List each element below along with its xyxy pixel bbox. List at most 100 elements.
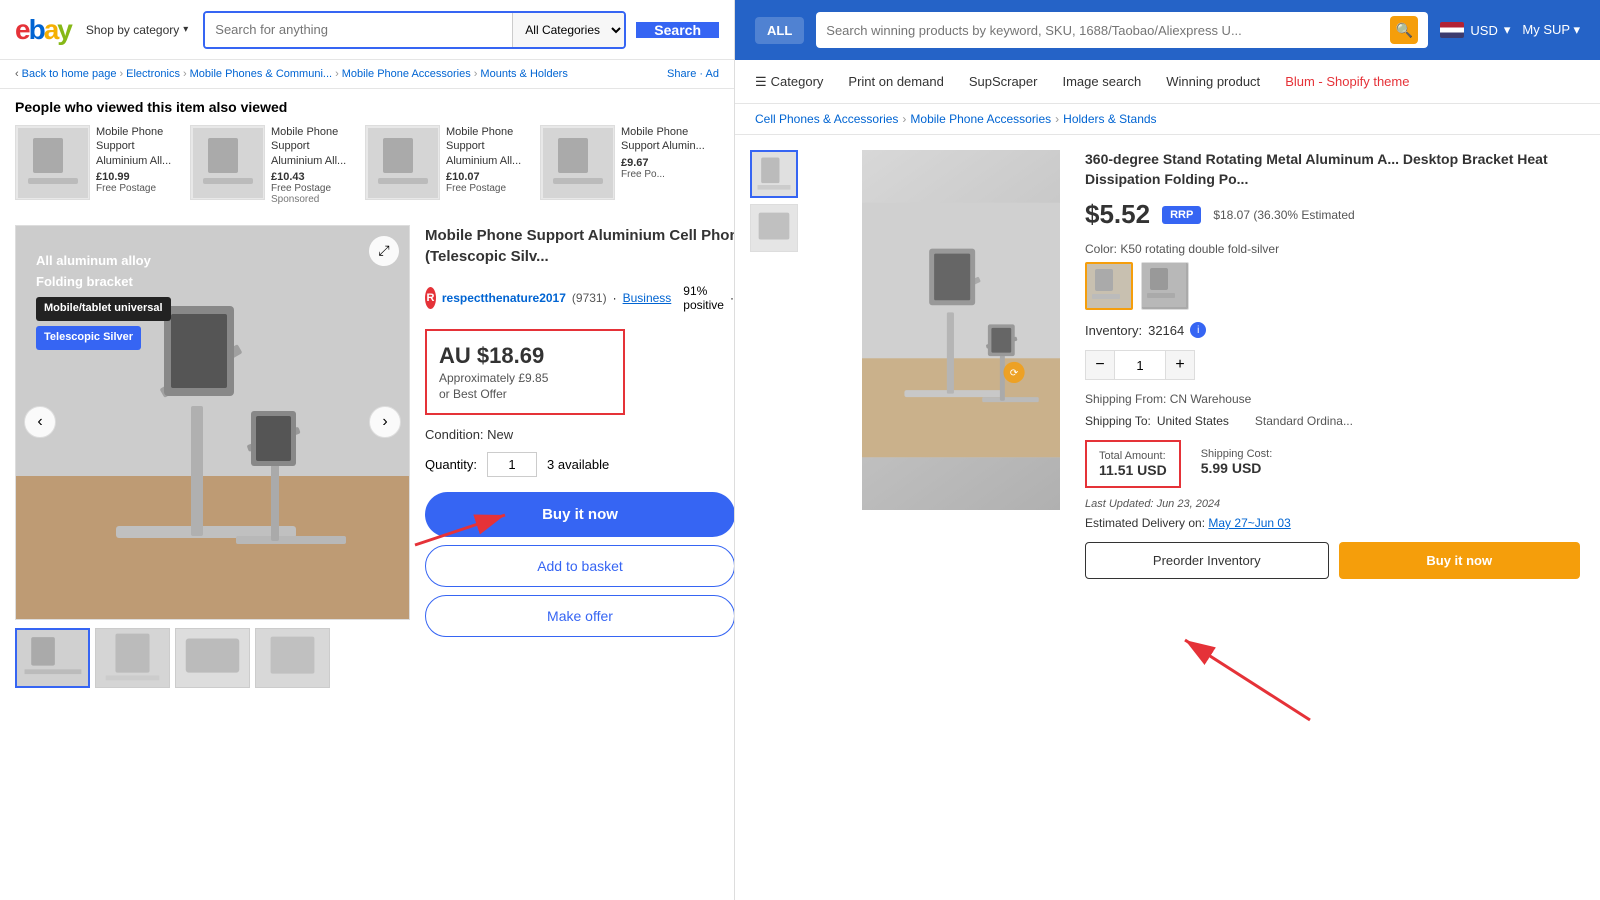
seller-info: R respectthenature2017 (9731) · Business… [425, 277, 735, 319]
thumbnail-2[interactable] [95, 628, 170, 688]
action-buttons: Preorder Inventory Buy it now [1085, 542, 1580, 579]
nav-item-supscraper[interactable]: SupScraper [969, 62, 1038, 101]
breadcrumb-cell-phones[interactable]: Cell Phones & Accessories [755, 112, 898, 126]
color-option-2[interactable] [1141, 262, 1189, 310]
viewed-item-price: £10.43 [271, 171, 355, 183]
make-offer-button[interactable]: Make offer [425, 595, 735, 637]
viewed-item-image[interactable] [190, 125, 265, 200]
viewed-item-postage: Free Po... [621, 169, 705, 180]
next-image-button[interactable]: › [369, 406, 401, 438]
product-image-bg: All aluminum alloy Folding bracket Mobil… [16, 226, 409, 619]
thumbnail-3[interactable] [175, 628, 250, 688]
viewed-item-title[interactable]: Mobile Phone Support Aluminium All... [271, 125, 355, 168]
quantity-input[interactable] [487, 452, 537, 477]
breadcrumb-mobile-acc[interactable]: Mobile Phone Accessories [910, 112, 1051, 126]
breadcrumb-mounts[interactable]: Mounts & Holders [480, 68, 567, 80]
sup-header: ALL 🔍 USD ▾ My SUP ▾ [735, 0, 1600, 60]
sup-thumbnail-2[interactable] [750, 204, 798, 252]
overlay-badge2: Telescopic Silver [36, 326, 141, 350]
price-value: $18.69 [477, 343, 544, 368]
buy-now-button[interactable]: Buy it now [425, 492, 735, 537]
preorder-inventory-button[interactable]: Preorder Inventory [1085, 542, 1329, 579]
flag-icon [1440, 22, 1464, 38]
search-icon[interactable]: 🔍 [1390, 16, 1418, 44]
sup-thumbnail-1[interactable] [750, 150, 798, 198]
shop-category-button[interactable]: Shop by category ▾ [81, 18, 193, 42]
viewed-item-title[interactable]: Mobile Phone Support Alumin... [621, 125, 705, 154]
product-info: Mobile Phone Support Aluminium Cell Phon… [410, 225, 735, 688]
sup-price-row: $5.52 RRP $18.07 (36.30% Estimated [1085, 199, 1580, 230]
breadcrumb-mobile[interactable]: Mobile Phones & Communi... [190, 68, 332, 80]
condition-value: New [487, 427, 513, 442]
shipping-standard: Standard Ordina... [1255, 414, 1353, 428]
thumbnail-1[interactable] [15, 628, 90, 688]
list-item: Mobile Phone Support Aluminium All... £1… [365, 125, 530, 205]
breadcrumb-electronics[interactable]: Electronics [126, 68, 180, 80]
sup-buy-now-button[interactable]: Buy it now [1339, 542, 1581, 579]
color-options [1085, 262, 1580, 310]
shipping-to-label: Shipping To: [1085, 414, 1151, 428]
nav-item-blum[interactable]: Blum - Shopify theme [1285, 62, 1409, 101]
quantity-label: Quantity: [425, 457, 477, 472]
best-offer-text: or Best Offer [439, 387, 611, 401]
viewed-item-sponsored: Sponsored [271, 194, 355, 205]
shipping-cost-label: Shipping Cost: [1201, 448, 1273, 460]
viewed-item-title[interactable]: Mobile Phone Support Aluminium All... [96, 125, 180, 168]
color-section: Color: K50 rotating double fold-silver [1085, 242, 1580, 310]
thumbnail-4[interactable] [255, 628, 330, 688]
inventory-count: 32164 [1148, 323, 1184, 338]
info-icon[interactable]: i [1190, 322, 1206, 338]
expand-button[interactable]: ⤢ [369, 236, 399, 266]
viewed-item-image[interactable] [365, 125, 440, 200]
last-updated-row: Last Updated: Jun 23, 2024 [1085, 498, 1580, 510]
viewed-item-image[interactable] [15, 125, 90, 200]
shipping-to-row: Shipping To: United States Standard Ordi… [1085, 414, 1580, 428]
color-option-1[interactable] [1085, 262, 1133, 310]
sup-all-button[interactable]: ALL [755, 17, 804, 44]
qty-decrease-button[interactable]: − [1085, 350, 1115, 380]
viewed-item-image[interactable] [540, 125, 615, 200]
price-currency: AU [439, 343, 471, 368]
qty-increase-button[interactable]: + [1165, 350, 1195, 380]
nav-item-image-search[interactable]: Image search [1062, 62, 1141, 101]
list-item: Mobile Phone Support Alumin... £9.67 Fre… [540, 125, 705, 205]
seller-rating: (9731) [572, 291, 607, 305]
nav-item-category[interactable]: ☰ Category [755, 62, 823, 102]
ebay-logo[interactable]: ebay [15, 14, 71, 46]
total-value: 11.51 USD [1099, 462, 1167, 478]
currency-selector[interactable]: USD ▾ [1440, 22, 1510, 38]
search-input[interactable] [205, 13, 512, 47]
price-amount: AU $18.69 [439, 343, 611, 369]
prev-image-button[interactable]: ‹ [24, 406, 56, 438]
account-menu[interactable]: My SUP ▾ [1522, 22, 1580, 38]
product-image-container: All aluminum alloy Folding bracket Mobil… [15, 225, 410, 688]
thumbnail-row [15, 628, 410, 688]
total-box: Total Amount: 11.51 USD [1085, 440, 1181, 488]
viewed-item-title[interactable]: Mobile Phone Support Aluminium All... [446, 125, 530, 168]
nav-label: Image search [1062, 74, 1141, 89]
shipping-from-section: Shipping From: CN Warehouse [1085, 392, 1580, 406]
overlay-line2: Folding bracket [36, 272, 171, 293]
svg-text:⟳: ⟳ [1010, 368, 1019, 379]
category-select[interactable]: All Categories [512, 13, 624, 47]
breadcrumb-accessories[interactable]: Mobile Phone Accessories [342, 68, 471, 80]
breadcrumb-holders[interactable]: Holders & Stands [1063, 112, 1156, 126]
share-link[interactable]: Share · Ad [667, 68, 719, 80]
viewed-item-info: Mobile Phone Support Aluminium All... £1… [446, 125, 530, 205]
nav-item-winning[interactable]: Winning product [1166, 62, 1260, 101]
seller-business-link[interactable]: Business [623, 291, 672, 305]
sup-product-title: 360-degree Stand Rotating Metal Aluminum… [1085, 150, 1580, 189]
chevron-down-icon: ▾ [183, 24, 188, 35]
viewed-item-info: Mobile Phone Support Aluminium All... £1… [271, 125, 355, 205]
delivery-dates[interactable]: May 27~Jun 03 [1208, 516, 1290, 530]
delivery-row: Estimated Delivery on: May 27~Jun 03 [1085, 516, 1580, 530]
sup-panel: ALL 🔍 USD ▾ My SUP ▾ ☰ Category Print on… [735, 0, 1600, 900]
condition-row: Condition: New [425, 427, 735, 442]
seller-name[interactable]: respectthenature2017 [442, 291, 566, 305]
breadcrumb-home[interactable]: Back to home page [22, 68, 117, 80]
add-to-basket-button[interactable]: Add to basket [425, 545, 735, 587]
sup-product-detail: 360-degree Stand Rotating Metal Aluminum… [1075, 135, 1600, 887]
ebay-search-button[interactable]: Search [636, 22, 719, 38]
nav-item-pod[interactable]: Print on demand [848, 62, 943, 101]
sup-search-input[interactable] [826, 23, 1382, 38]
